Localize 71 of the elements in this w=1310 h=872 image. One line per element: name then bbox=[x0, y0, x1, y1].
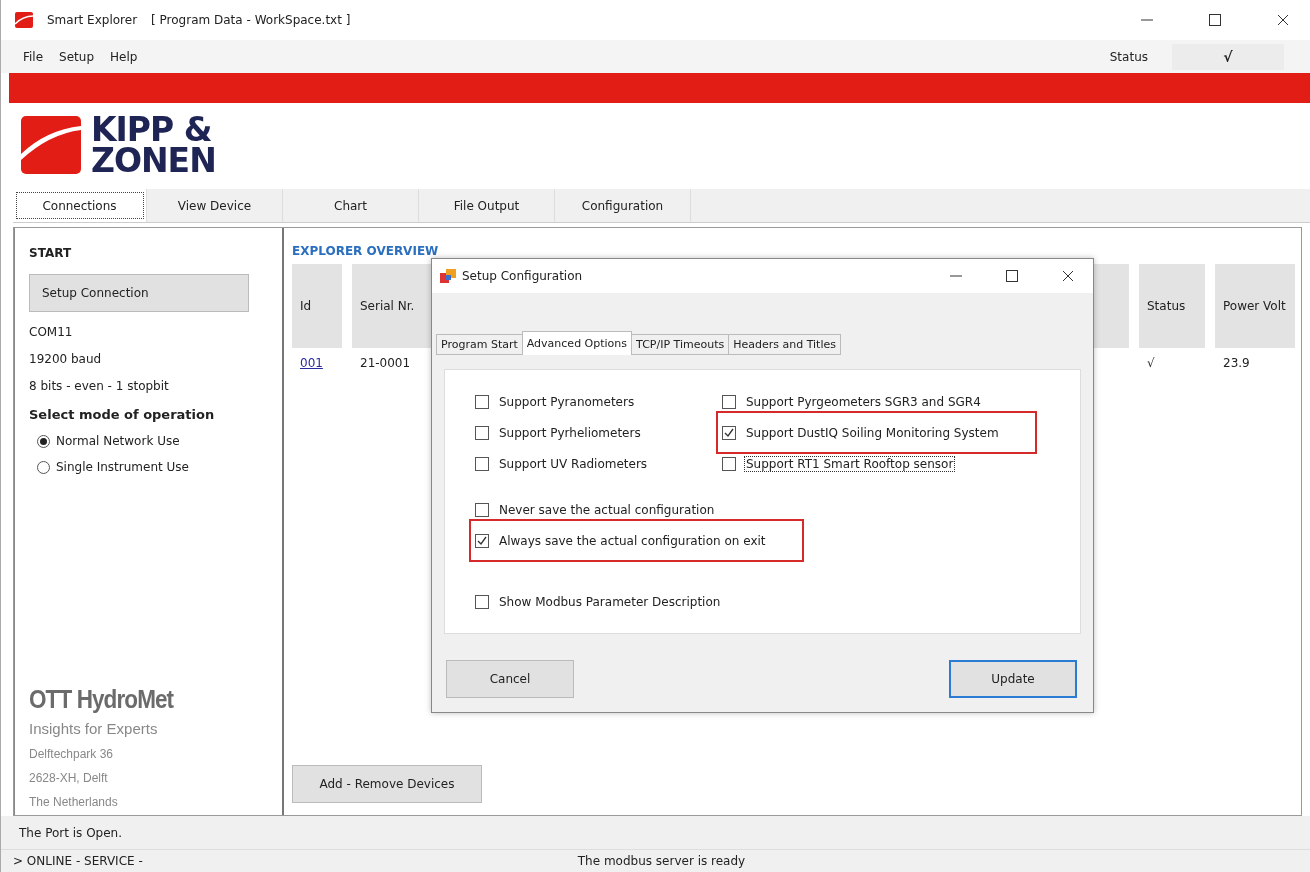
checkbox[interactable] bbox=[475, 425, 489, 440]
checkbox-option[interactable]: Never save the actual configuration bbox=[475, 494, 717, 525]
app-icon bbox=[15, 12, 33, 28]
company-logo-text: OTT HydroMet bbox=[29, 685, 175, 714]
checkbox-option[interactable]: Support Pyranometers bbox=[475, 386, 637, 417]
port-info: COM11 bbox=[29, 325, 74, 339]
port-info: 19200 baud bbox=[29, 352, 103, 366]
maximize-icon bbox=[1209, 14, 1221, 26]
logo-text: KIPP & ZONEN bbox=[91, 114, 216, 176]
overview-title: EXPLORER OVERVIEW bbox=[292, 244, 440, 258]
checkbox-option[interactable]: Support RT1 Smart Rooftop sensor bbox=[722, 448, 956, 479]
status-message: The Port is Open. bbox=[1, 816, 1310, 850]
radio-option[interactable]: Normal Network Use bbox=[37, 434, 268, 448]
checkbox[interactable] bbox=[475, 456, 489, 471]
column-header: Power Volt bbox=[1215, 264, 1295, 348]
radio-label: Normal Network Use bbox=[56, 434, 180, 448]
close-icon bbox=[1277, 14, 1289, 26]
menu-item[interactable]: File bbox=[15, 49, 52, 64]
table-cell-text: 21-0001 bbox=[359, 355, 412, 370]
highlighted-checkbox-option[interactable]: Always save the actual configuration on exit bbox=[475, 525, 798, 556]
menu-item[interactable]: Setup bbox=[51, 49, 103, 64]
connection-mode: > ONLINE - SERVICE - bbox=[13, 854, 144, 868]
tab[interactable]: Headers and Titles bbox=[728, 334, 841, 355]
tab[interactable]: Connections bbox=[13, 189, 147, 222]
column-header: Serial Nr. bbox=[352, 264, 434, 348]
add-remove-devices-button[interactable]: Add - Remove Devices bbox=[292, 765, 482, 803]
dialog-icon bbox=[440, 269, 456, 283]
checkbox[interactable] bbox=[722, 425, 736, 440]
checkbox[interactable] bbox=[475, 502, 489, 517]
checkbox[interactable] bbox=[722, 394, 736, 409]
device-id-link[interactable]: 001 bbox=[300, 356, 323, 370]
checkbox[interactable] bbox=[475, 594, 489, 609]
checkbox-option[interactable]: Support Pyrgeometers SGR3 and SGR4 bbox=[722, 386, 983, 417]
minimize-icon bbox=[1141, 19, 1153, 21]
column-header: Status bbox=[1139, 264, 1205, 348]
column-header: Id bbox=[292, 264, 342, 348]
cancel-button[interactable]: Cancel bbox=[446, 660, 574, 698]
address-line: Delftechpark 36 bbox=[29, 747, 115, 761]
section-title: START bbox=[29, 246, 73, 260]
document-title: [ Program Data - WorkSpace.txt ] bbox=[151, 13, 351, 27]
tab[interactable]: TCP/IP Timeouts bbox=[631, 334, 730, 355]
radio-label: Single Instrument Use bbox=[56, 460, 189, 474]
company-tagline: Insights for Experts bbox=[29, 720, 159, 737]
checkbox[interactable] bbox=[722, 456, 736, 471]
checkbox[interactable] bbox=[475, 394, 489, 409]
radio-option[interactable]: Single Instrument Use bbox=[37, 460, 268, 474]
server-status: The modbus server is ready bbox=[577, 854, 746, 868]
tab[interactable]: Advanced Options bbox=[521, 331, 633, 355]
close-icon bbox=[1062, 270, 1074, 282]
update-button[interactable]: Update bbox=[949, 660, 1077, 698]
menu-item[interactable]: Help bbox=[102, 49, 146, 64]
maximize-icon bbox=[1006, 270, 1018, 282]
status-label: Status bbox=[1109, 49, 1148, 64]
table-cell-text: √ bbox=[1146, 355, 1156, 370]
mode-title: Select mode of operation bbox=[29, 407, 216, 422]
minimize-icon bbox=[950, 275, 962, 277]
dialog-title: Setup Configuration bbox=[462, 269, 583, 283]
checkbox[interactable] bbox=[475, 533, 489, 548]
status-indicator: √ bbox=[1172, 43, 1284, 70]
checkbox-option[interactable]: Show Modbus Parameter Description bbox=[475, 586, 723, 617]
checkbox-option[interactable]: Support Pyrheliometers bbox=[475, 417, 643, 448]
port-info: 8 bits - even - 1 stopbit bbox=[29, 379, 170, 393]
address-line: The Netherlands bbox=[29, 795, 119, 809]
logo-icon bbox=[21, 116, 81, 174]
table-cell-text: 23.9 bbox=[1222, 355, 1251, 370]
window-title: Smart Explorer bbox=[47, 13, 138, 27]
address-line: 2628-XH, Delft bbox=[29, 771, 109, 785]
setup-connection-button[interactable]: Setup Connection bbox=[29, 274, 249, 312]
tab[interactable]: Program Start bbox=[436, 334, 523, 355]
checkbox-option[interactable]: Support UV Radiometers bbox=[475, 448, 650, 479]
highlighted-checkbox-option[interactable]: Support DustIQ Soiling Monitoring System bbox=[722, 417, 1031, 448]
